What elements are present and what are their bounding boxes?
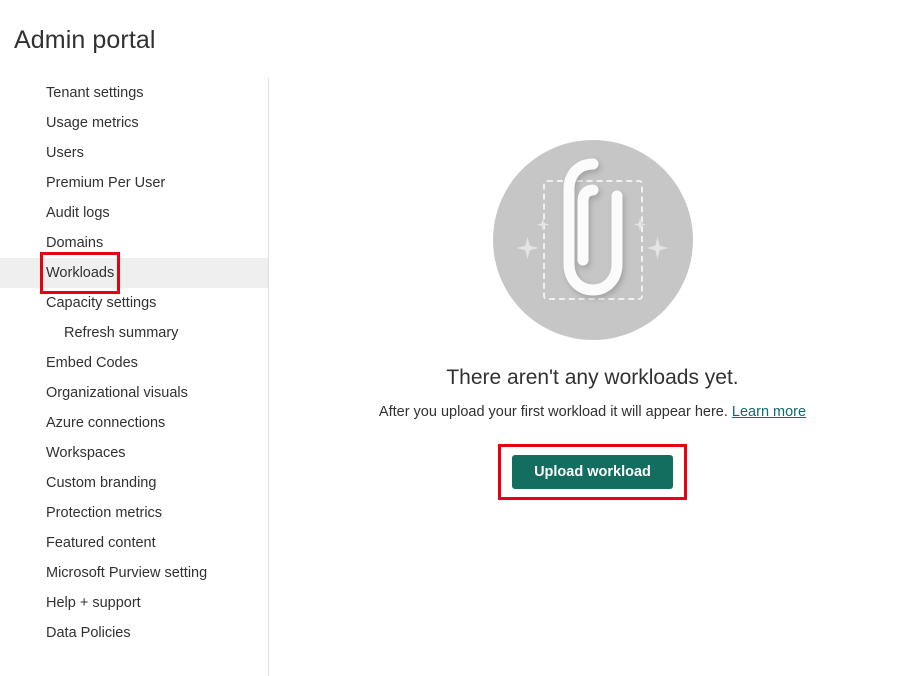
sidebar-item-domains[interactable]: Domains [0, 228, 268, 258]
sidebar-item-protection-metrics[interactable]: Protection metrics [0, 498, 268, 528]
sidebar-item-label: Organizational visuals [46, 385, 188, 401]
sidebar-item-label: Workspaces [46, 445, 126, 461]
sidebar-item-label: Capacity settings [46, 295, 157, 311]
sidebar-item-microsoft-purview-setting[interactable]: Microsoft Purview setting [0, 558, 268, 588]
sidebar-item-label: Embed Codes [46, 355, 138, 371]
sidebar-item-label: Microsoft Purview setting [46, 565, 208, 581]
upload-workload-annotation: Upload workload [498, 444, 687, 500]
sidebar-item-label: Featured content [46, 535, 156, 551]
sidebar-item-capacity-settings[interactable]: Capacity settings [0, 288, 268, 318]
sidebar-nav-list: Tenant settings Usage metrics Users Premium… [0, 78, 268, 648]
sidebar-item-label: Custom branding [46, 475, 157, 491]
upload-workload-button[interactable]: Upload workload [512, 455, 673, 489]
learn-more-link[interactable]: Learn more [732, 404, 806, 420]
sidebar-item-users[interactable]: Users [0, 138, 268, 168]
sidebar-item-workloads[interactable]: Workloads [0, 252, 268, 294]
sidebar-item-embed-codes[interactable]: Embed Codes [0, 348, 268, 378]
sidebar-item-premium-per-user[interactable]: Premium Per User [0, 168, 268, 198]
sidebar-item-label: Usage metrics [46, 115, 139, 131]
paperclip-glyph [557, 156, 629, 306]
empty-state-headline: There aren't any workloads yet. [446, 366, 739, 389]
sidebar-item-data-policies[interactable]: Data Policies [0, 618, 268, 648]
sidebar-item-label: Audit logs [46, 205, 110, 221]
sidebar-item-label: Data Policies [46, 625, 131, 641]
main-content: There aren't any workloads yet. After yo… [270, 78, 915, 676]
sidebar-item-featured-content[interactable]: Featured content [0, 528, 268, 558]
paperclip-attachment-icon [492, 140, 693, 340]
sidebar-item-audit-logs[interactable]: Audit logs [0, 198, 268, 228]
sidebar-item-help-support[interactable]: Help + support [0, 588, 268, 618]
sidebar-item-label: Premium Per User [46, 175, 166, 191]
sidebar-item-label: Protection metrics [46, 505, 163, 521]
sidebar-item-organizational-visuals[interactable]: Organizational visuals [0, 378, 268, 408]
sidebar-item-label: Tenant settings [46, 85, 144, 101]
page-title: Admin portal [14, 26, 156, 54]
sidebar: Tenant settings Usage metrics Users Premium… [0, 78, 269, 676]
sidebar-item-label: Help + support [46, 595, 141, 611]
sidebar-item-azure-connections[interactable]: Azure connections [0, 408, 268, 438]
empty-state-description-text: After you upload your first workload it … [378, 404, 728, 420]
sidebar-item-tenant-settings[interactable]: Tenant settings [0, 78, 268, 108]
sidebar-item-label: Users [46, 145, 84, 161]
empty-state-description: After you upload your first workload it … [379, 402, 806, 422]
sidebar-item-label: Azure connections [46, 415, 166, 431]
sidebar-item-label: Workloads [39, 252, 121, 294]
sidebar-item-usage-metrics[interactable]: Usage metrics [0, 108, 268, 138]
sidebar-item-refresh-summary[interactable]: Refresh summary [0, 318, 268, 348]
sidebar-item-label: Refresh summary [64, 325, 179, 341]
empty-state: There aren't any workloads yet. After yo… [270, 140, 915, 500]
sidebar-item-custom-branding[interactable]: Custom branding [0, 468, 268, 498]
sidebar-item-workspaces[interactable]: Workspaces [0, 438, 268, 468]
sidebar-item-label: Domains [46, 235, 104, 251]
